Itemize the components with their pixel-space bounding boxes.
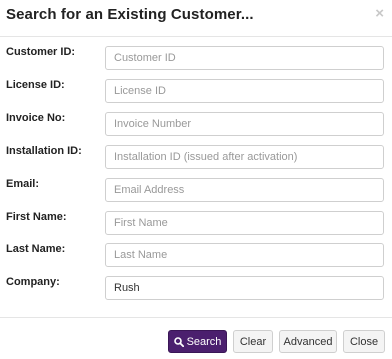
- license-id-label: License ID:: [6, 79, 65, 91]
- customer-id-label: Customer ID:: [6, 46, 76, 58]
- close-button[interactable]: Close: [343, 330, 385, 353]
- customer-id-row: Customer ID:: [0, 46, 392, 70]
- search-icon: [173, 336, 184, 347]
- installation-id-row: Installation ID:: [0, 145, 392, 169]
- close-button-label: Close: [349, 335, 379, 348]
- invoice-no-row: Invoice No:: [0, 112, 392, 136]
- customer-id-input[interactable]: [105, 46, 384, 70]
- license-id-input[interactable]: [105, 79, 384, 103]
- dialog-footer: Search Clear Advanced Close: [0, 317, 392, 359]
- invoice-number-input[interactable]: [105, 112, 384, 136]
- advanced-button-label: Advanced: [283, 335, 333, 348]
- advanced-button[interactable]: Advanced: [279, 330, 337, 353]
- search-button[interactable]: Search: [168, 330, 227, 353]
- installation-id-input[interactable]: [105, 145, 384, 169]
- clear-button-label: Clear: [239, 335, 267, 348]
- company-row: Company:: [0, 276, 392, 300]
- search-customer-dialog: Search for an Existing Customer... × Cus…: [0, 0, 392, 358]
- last-name-label: Last Name:: [6, 243, 66, 255]
- email-row: Email:: [0, 178, 392, 202]
- last-name-row: Last Name:: [0, 243, 392, 267]
- email-input[interactable]: [105, 178, 384, 202]
- first-name-label: First Name:: [6, 211, 67, 223]
- dialog-title: Search for an Existing Customer...: [6, 6, 254, 23]
- license-id-row: License ID:: [0, 79, 392, 103]
- last-name-input[interactable]: [105, 243, 384, 267]
- first-name-input[interactable]: [105, 211, 384, 235]
- dialog-header: Search for an Existing Customer... ×: [0, 0, 392, 37]
- close-icon[interactable]: ×: [375, 6, 384, 22]
- company-input[interactable]: [105, 276, 384, 300]
- company-label: Company:: [6, 276, 60, 288]
- installation-id-label: Installation ID:: [6, 145, 82, 157]
- first-name-row: First Name:: [0, 211, 392, 235]
- clear-button[interactable]: Clear: [233, 330, 273, 353]
- invoice-no-label: Invoice No:: [6, 112, 66, 124]
- search-button-label: Search: [186, 335, 222, 348]
- email-label: Email:: [6, 178, 40, 190]
